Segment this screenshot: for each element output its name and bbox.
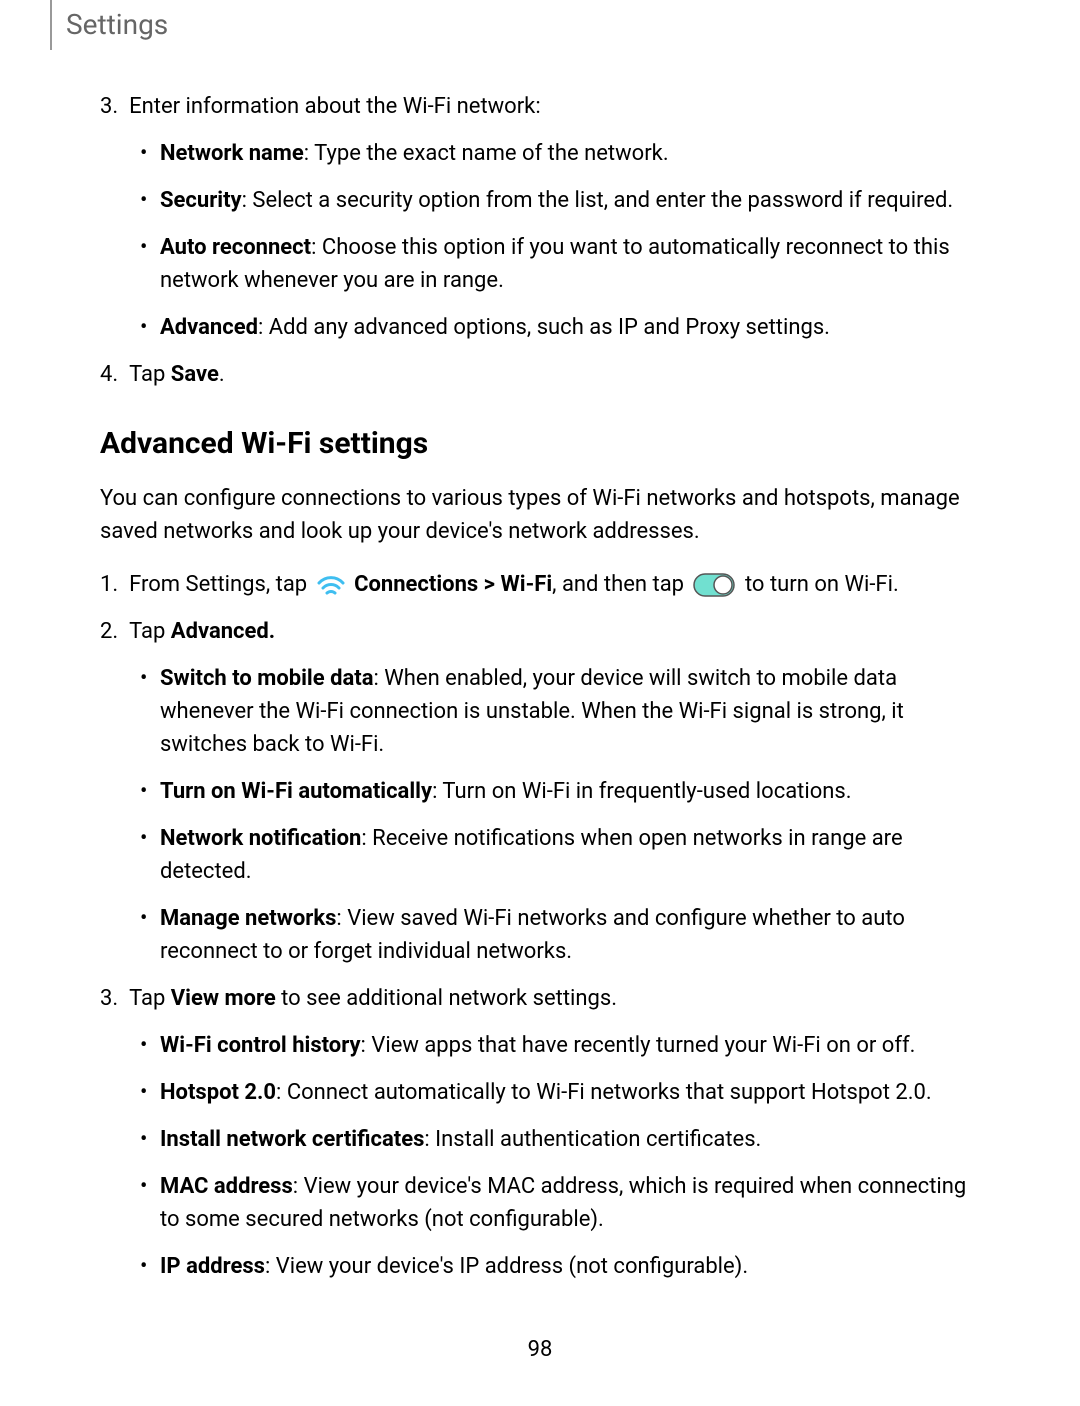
adv-step2-bullets: Switch to mobile data: When enabled, you… bbox=[130, 662, 980, 968]
step-text: Enter information about the Wi-Fi networ… bbox=[129, 94, 541, 119]
list-item: Auto reconnect: Choose this option if yo… bbox=[160, 231, 980, 297]
list-item: Install network certificates: Install au… bbox=[160, 1123, 980, 1156]
adv-step-2: 2. Tap Advanced. Switch to mobile data: … bbox=[100, 615, 980, 968]
item-desc: : View apps that have recently turned yo… bbox=[361, 1033, 916, 1058]
list-item: Switch to mobile data: When enabled, you… bbox=[160, 662, 980, 761]
item-label: Auto reconnect bbox=[160, 235, 311, 260]
connections-label: Connections bbox=[354, 572, 478, 597]
wifi-icon bbox=[315, 571, 347, 599]
step-suffix: to see additional network settings. bbox=[276, 986, 617, 1011]
item-desc: : Add any advanced options, such as IP a… bbox=[258, 315, 830, 340]
adv-step-1: 1. From Settings, tap Connections > Wi-F… bbox=[100, 568, 980, 601]
text-post: to turn on Wi-Fi. bbox=[745, 572, 899, 597]
arrow: > bbox=[478, 572, 500, 597]
list-item: Network notification: Receive notificati… bbox=[160, 822, 980, 888]
step-number: 2. bbox=[100, 619, 118, 644]
list-item: Manage networks: View saved Wi-Fi networ… bbox=[160, 902, 980, 968]
step-number: 3. bbox=[100, 986, 118, 1011]
content-area: 3. Enter information about the Wi-Fi net… bbox=[50, 90, 1030, 1366]
item-label: Manage networks bbox=[160, 906, 336, 931]
step-4: 4. Tap Save. bbox=[100, 358, 980, 391]
step-bold: Save bbox=[171, 362, 219, 387]
wifi-label: Wi-Fi bbox=[501, 572, 553, 597]
list-item: Advanced: Add any advanced options, such… bbox=[160, 311, 980, 344]
item-label: Wi-Fi control history bbox=[160, 1033, 361, 1058]
step-number: 3. bbox=[100, 94, 118, 119]
step-number: 1. bbox=[100, 572, 118, 597]
header-title: Settings bbox=[50, 0, 1030, 50]
item-label: Network notification bbox=[160, 826, 361, 851]
item-label: Turn on Wi-Fi automatically bbox=[160, 779, 432, 804]
item-desc: : Type the exact name of the network. bbox=[304, 141, 669, 166]
step-bold: View more bbox=[171, 986, 276, 1011]
text-mid: , and then tap bbox=[552, 572, 689, 597]
item-label: Network name bbox=[160, 141, 304, 166]
item-label: Switch to mobile data bbox=[160, 666, 373, 691]
step-suffix: . bbox=[219, 362, 225, 387]
list-item: Hotspot 2.0: Connect automatically to Wi… bbox=[160, 1076, 980, 1109]
section-intro: You can configure connections to various… bbox=[100, 482, 980, 548]
item-desc: : Install authentication certificates. bbox=[424, 1127, 761, 1152]
item-desc: : Select a security option from the list… bbox=[242, 188, 954, 213]
adv-step3-bullets: Wi-Fi control history: View apps that ha… bbox=[130, 1029, 980, 1283]
item-desc: : View your device's IP address (not con… bbox=[265, 1254, 748, 1279]
item-desc: : Connect automatically to Wi-Fi network… bbox=[276, 1080, 932, 1105]
item-label: Install network certificates bbox=[160, 1127, 424, 1152]
item-label: Security bbox=[160, 188, 242, 213]
list-item: Security: Select a security option from … bbox=[160, 184, 980, 217]
section-heading: Advanced Wi-Fi settings bbox=[100, 421, 980, 466]
list-item: MAC address: View your device's MAC addr… bbox=[160, 1170, 980, 1236]
step3-bullets: Network name: Type the exact name of the… bbox=[130, 137, 980, 344]
steps-list-continued: 3. Enter information about the Wi-Fi net… bbox=[100, 90, 980, 391]
list-item: IP address: View your device's IP addres… bbox=[160, 1250, 980, 1283]
step-text: Tap bbox=[129, 986, 171, 1011]
page-number: 98 bbox=[100, 1333, 980, 1366]
step-text: Tap bbox=[129, 619, 171, 644]
adv-step-3: 3. Tap View more to see additional netwo… bbox=[100, 982, 980, 1283]
item-label: IP address bbox=[160, 1254, 265, 1279]
step-text: Tap bbox=[129, 362, 171, 387]
item-label: Advanced bbox=[160, 315, 258, 340]
item-label: MAC address bbox=[160, 1174, 293, 1199]
list-item: Turn on Wi-Fi automatically: Turn on Wi-… bbox=[160, 775, 980, 808]
step-number: 4. bbox=[100, 362, 118, 387]
step-3: 3. Enter information about the Wi-Fi net… bbox=[100, 90, 980, 344]
item-label: Hotspot 2.0 bbox=[160, 1080, 276, 1105]
list-item: Wi-Fi control history: View apps that ha… bbox=[160, 1029, 980, 1062]
list-item: Network name: Type the exact name of the… bbox=[160, 137, 980, 170]
advanced-steps-list: 1. From Settings, tap Connections > Wi-F… bbox=[100, 568, 980, 1283]
text-pre: From Settings, tap bbox=[129, 572, 313, 597]
toggle-on-icon bbox=[693, 573, 735, 597]
item-desc: : Turn on Wi-Fi in frequently-used locat… bbox=[432, 779, 852, 804]
step-bold: Advanced. bbox=[171, 619, 275, 644]
